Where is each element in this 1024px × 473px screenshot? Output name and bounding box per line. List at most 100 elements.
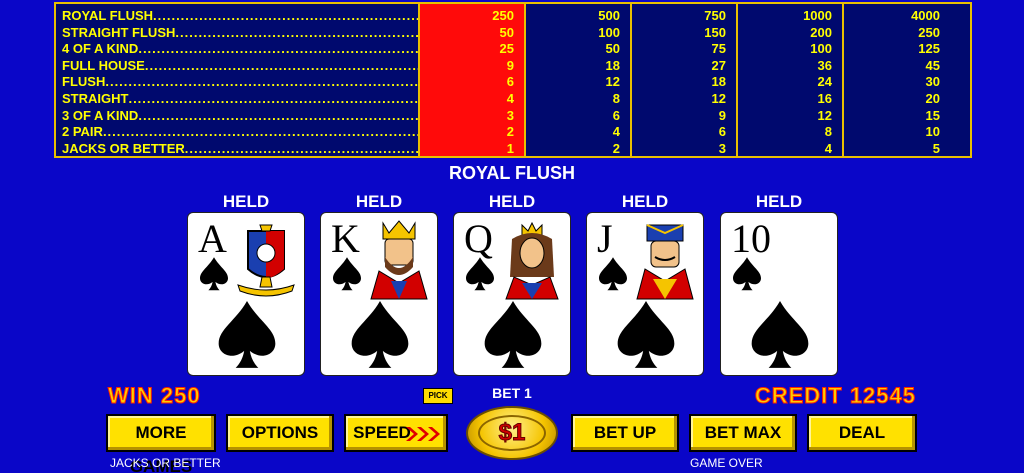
card-4-jack-of-spades[interactable]: J bbox=[586, 212, 704, 376]
paytable-payout: 24 bbox=[817, 74, 832, 90]
paytable-payout: 125 bbox=[918, 41, 940, 57]
bet-amount: BET 1 bbox=[492, 385, 532, 401]
crest-icon bbox=[237, 224, 295, 297]
game-status: GAME OVER bbox=[690, 456, 763, 470]
paytable-payout: 25 bbox=[499, 41, 514, 57]
paytable-hand-name: 3 OF A KIND.............................… bbox=[62, 107, 418, 123]
paytable-hand-name: JACKS OR BETTER.........................… bbox=[62, 140, 418, 156]
spade-icon bbox=[617, 301, 675, 368]
denomination-label: $1 bbox=[478, 415, 546, 451]
spade-icon bbox=[733, 257, 761, 291]
paytable-payout: 9 bbox=[506, 57, 514, 73]
card-rank: K bbox=[331, 216, 360, 261]
deal-button[interactable]: DEAL bbox=[807, 414, 917, 452]
paytable-payout: 16 bbox=[817, 90, 832, 106]
paytable-column-4-coins: 1000 200 100 36 24 16 12 8 4 bbox=[738, 4, 844, 156]
spade-icon bbox=[333, 257, 361, 291]
paytable-payout: 20 bbox=[925, 90, 940, 106]
paytable-payout: 27 bbox=[711, 57, 726, 73]
paytable-hand-names: ROYAL FLUSH.............................… bbox=[56, 4, 420, 156]
paytable-payout: 2 bbox=[612, 140, 620, 156]
paytable-payout: 8 bbox=[824, 124, 832, 140]
paytable-payout: 4 bbox=[612, 124, 620, 140]
spade-icon bbox=[466, 257, 494, 291]
held-label-3: HELD bbox=[488, 192, 536, 211]
spade-icon bbox=[484, 301, 542, 368]
bet-up-button[interactable]: BET UP bbox=[571, 414, 679, 452]
paytable-payout: 250 bbox=[918, 24, 940, 40]
jack-portrait-icon bbox=[636, 224, 694, 300]
paytable-column-1-coin: 250 50 25 9 6 4 3 2 1 bbox=[420, 4, 526, 156]
paytable-payout: 18 bbox=[605, 57, 620, 73]
paytable-payout: 36 bbox=[817, 57, 832, 73]
video-poker-screen: ROYAL FLUSH.............................… bbox=[0, 0, 1024, 473]
paytable-hand-name: FULL HOUSE..............................… bbox=[62, 57, 418, 73]
card-rank: 10 bbox=[731, 216, 771, 261]
paytable-payout: 250 bbox=[492, 8, 514, 23]
speed-button-label: SPEED bbox=[353, 423, 411, 442]
speed-button[interactable]: SPEED bbox=[344, 414, 448, 452]
queen-portrait-icon bbox=[505, 221, 559, 300]
paytable-payout: 6 bbox=[718, 124, 726, 140]
paytable-payout: 12 bbox=[817, 107, 832, 123]
paytable-payout: 200 bbox=[810, 24, 832, 40]
paytable-payout: 4000 bbox=[911, 8, 940, 23]
more-games-button[interactable]: MORE GAMES bbox=[106, 414, 216, 473]
paytable-payout: 1000 bbox=[803, 8, 832, 23]
speed-arrows-icon bbox=[406, 427, 440, 441]
paytable-payout: 100 bbox=[810, 41, 832, 57]
paytable-column-5-coins: 4000 250 125 45 30 20 15 10 5 bbox=[844, 4, 950, 156]
win-amount: WIN 250 bbox=[108, 383, 201, 409]
denomination-coin-button[interactable]: $1 bbox=[466, 406, 558, 460]
options-button[interactable]: OPTIONS bbox=[226, 414, 334, 452]
paytable-payout: 500 bbox=[598, 8, 620, 23]
paytable-payout: 15 bbox=[925, 107, 940, 123]
paytable-payout: 50 bbox=[499, 24, 514, 40]
winning-hand-name: ROYAL FLUSH bbox=[448, 163, 576, 183]
spade-icon bbox=[218, 301, 276, 368]
paytable-payout: 4 bbox=[824, 140, 832, 156]
king-portrait-icon bbox=[370, 220, 428, 300]
paytable-hand-name: FLUSH...................................… bbox=[62, 74, 418, 90]
held-label-4: HELD bbox=[621, 192, 669, 211]
card-2-king-of-spades[interactable]: K bbox=[320, 212, 438, 376]
paytable-hand-name: ROYAL FLUSH.............................… bbox=[62, 8, 418, 23]
spade-icon bbox=[200, 257, 228, 291]
paytable-payout: 150 bbox=[704, 24, 726, 40]
paytable-payout: 10 bbox=[925, 124, 940, 140]
paytable-payout: 6 bbox=[612, 107, 620, 123]
paytable-payout: 2 bbox=[506, 124, 514, 140]
paytable-payout: 18 bbox=[711, 74, 726, 90]
paytable-hand-name: 2 PAIR..................................… bbox=[62, 124, 418, 140]
held-label-1: HELD bbox=[222, 192, 270, 211]
paytable-payout: 4 bbox=[506, 90, 514, 106]
paytable-payout: 75 bbox=[711, 41, 726, 57]
card-5-ten-of-spades[interactable]: 10 bbox=[720, 212, 838, 376]
card-rank: Q bbox=[464, 216, 493, 261]
paytable-payout: 12 bbox=[711, 90, 726, 106]
paytable-column-2-coins: 500 100 50 18 12 8 6 4 2 bbox=[526, 4, 632, 156]
paytable-payout: 750 bbox=[704, 8, 726, 23]
paytable-payout: 8 bbox=[612, 90, 620, 106]
paytable-hand-name: STRAIGHT FLUSH..........................… bbox=[62, 24, 418, 40]
card-1-ace-of-spades[interactable]: A bbox=[187, 212, 305, 376]
card-3-queen-of-spades[interactable]: Q bbox=[453, 212, 571, 376]
paytable-payout: 9 bbox=[718, 107, 726, 123]
paytable-hand-name: STRAIGHT................................… bbox=[62, 90, 418, 106]
paytable-payout: 12 bbox=[605, 74, 620, 90]
spade-icon bbox=[351, 301, 409, 368]
paytable-payout: 1 bbox=[506, 140, 514, 156]
paytable-payout: 3 bbox=[506, 107, 514, 123]
bet-max-button[interactable]: BET MAX bbox=[689, 414, 797, 452]
paytable-payout: 100 bbox=[598, 24, 620, 40]
paytable-payout: 6 bbox=[506, 74, 514, 90]
paytable-payout: 5 bbox=[932, 140, 940, 156]
paytable-payout: 50 bbox=[605, 41, 620, 57]
pick-button[interactable]: PICK bbox=[423, 388, 453, 404]
paytable: ROYAL FLUSH.............................… bbox=[54, 2, 972, 158]
paytable-payout: 30 bbox=[925, 74, 940, 90]
card-rank: J bbox=[597, 216, 613, 261]
spade-icon bbox=[751, 301, 809, 368]
paytable-hand-name: 4 OF A KIND.............................… bbox=[62, 41, 418, 57]
card-rank: A bbox=[198, 216, 227, 261]
